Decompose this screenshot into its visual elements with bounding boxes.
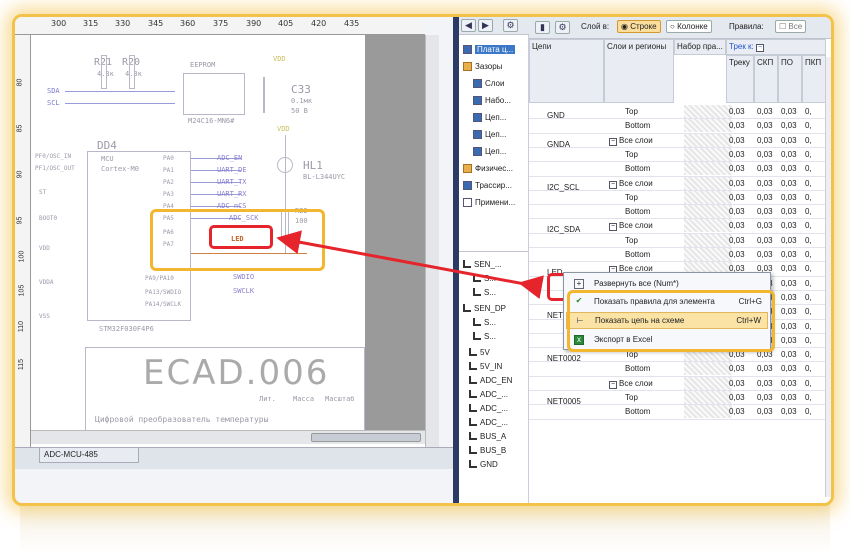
arrow-overlay [276,230,544,299]
link-arrow [276,230,544,299]
